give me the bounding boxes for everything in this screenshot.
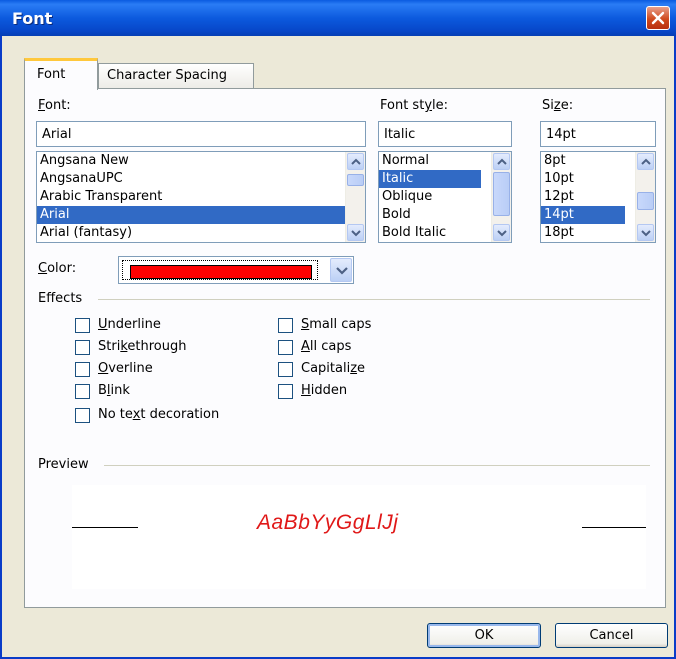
cancel-button[interactable]: Cancel (555, 623, 668, 648)
chevron-up-icon (497, 158, 507, 165)
list-item[interactable]: Arabic Transparent (37, 188, 365, 206)
list-item-selected[interactable]: Arial (37, 206, 365, 224)
tab-font[interactable]: Font (24, 58, 98, 90)
close-icon (651, 11, 665, 25)
hidden-label[interactable]: Hidden (301, 383, 347, 398)
size-input[interactable]: 14pt (540, 121, 656, 147)
chevron-down-icon (497, 230, 507, 237)
scroll-thumb[interactable] (493, 172, 510, 216)
effects-group-title: Effects (38, 291, 83, 306)
font-list-scrollbar[interactable] (345, 152, 365, 242)
window-title: Font (12, 9, 53, 28)
scroll-up-button[interactable] (637, 153, 654, 170)
chevron-up-icon (641, 158, 651, 165)
font-label: Font: (38, 98, 71, 113)
font-style-label: Font style: (380, 98, 449, 113)
tab-font-label: Font (37, 67, 66, 82)
capitalize-label[interactable]: Capitalize (301, 361, 365, 376)
small-caps-label[interactable]: Small caps (301, 317, 371, 332)
font-name-input[interactable]: Arial (36, 121, 366, 147)
color-swatch-focus (122, 260, 318, 280)
small-caps-checkbox[interactable] (278, 318, 293, 333)
tab-character-spacing[interactable]: Character Spacing (98, 63, 254, 89)
overline-label[interactable]: Overline (98, 361, 153, 376)
chevron-down-icon (351, 230, 361, 237)
title-bar[interactable]: Font (0, 0, 676, 36)
color-dropdown[interactable] (118, 256, 354, 284)
chevron-down-icon (641, 230, 651, 237)
color-swatch (130, 265, 312, 279)
font-dialog: Font Font Character Spacing Font: Arial … (0, 0, 676, 659)
underline-checkbox[interactable] (75, 318, 90, 333)
strikethrough-checkbox[interactable] (75, 340, 90, 355)
list-item-selected[interactable]: 14pt (541, 206, 625, 224)
blink-checkbox[interactable] (75, 384, 90, 399)
size-list[interactable]: 8pt 10pt 12pt 14pt 18pt (540, 151, 656, 243)
strikethrough-label[interactable]: Strikethrough (98, 339, 186, 354)
scroll-down-button[interactable] (347, 224, 364, 241)
color-label: Color: (38, 261, 77, 276)
close-button[interactable] (646, 6, 670, 30)
all-caps-checkbox[interactable] (278, 340, 293, 355)
capitalize-checkbox[interactable] (278, 362, 293, 377)
list-item[interactable]: Angsana New (37, 152, 365, 170)
effects-divider (98, 299, 650, 300)
chevron-down-icon (336, 267, 348, 275)
hidden-checkbox[interactable] (278, 384, 293, 399)
underline-label[interactable]: Underline (98, 317, 161, 332)
font-style-list[interactable]: Normal Italic Oblique Bold Bold Italic (378, 151, 512, 243)
color-dropdown-button[interactable] (330, 258, 352, 282)
scroll-down-button[interactable] (637, 224, 654, 241)
preview-area (72, 485, 646, 589)
tab-character-spacing-label: Character Spacing (107, 68, 228, 83)
preview-sample-text: AaBbYyGgLlJj (257, 511, 399, 534)
no-text-decoration-label[interactable]: No text decoration (98, 407, 219, 422)
size-list-scrollbar[interactable] (635, 152, 655, 242)
list-item[interactable]: Arial (fantasy) (37, 224, 365, 242)
preview-group-title: Preview (38, 457, 89, 472)
size-label: Size: (542, 98, 574, 113)
scroll-up-button[interactable] (347, 153, 364, 170)
preview-baseline-left (72, 527, 138, 528)
overline-checkbox[interactable] (75, 362, 90, 377)
list-item[interactable]: AngsanaUPC (37, 170, 365, 188)
ok-button[interactable]: OK (427, 623, 541, 648)
scroll-down-button[interactable] (493, 224, 510, 241)
all-caps-label[interactable]: All caps (301, 339, 351, 354)
preview-divider (104, 465, 650, 466)
chevron-up-icon (351, 158, 361, 165)
scroll-thumb[interactable] (347, 174, 364, 186)
font-style-scrollbar[interactable] (491, 152, 511, 242)
no-text-decoration-checkbox[interactable] (75, 408, 90, 423)
list-item-selected[interactable]: Italic (379, 170, 481, 188)
scroll-up-button[interactable] (493, 153, 510, 170)
preview-baseline-right (582, 527, 646, 528)
blink-label[interactable]: Blink (98, 383, 130, 398)
scroll-thumb[interactable] (637, 192, 654, 210)
font-name-list[interactable]: Angsana New AngsanaUPC Arabic Transparen… (36, 151, 366, 243)
font-style-input[interactable]: Italic (378, 121, 512, 147)
